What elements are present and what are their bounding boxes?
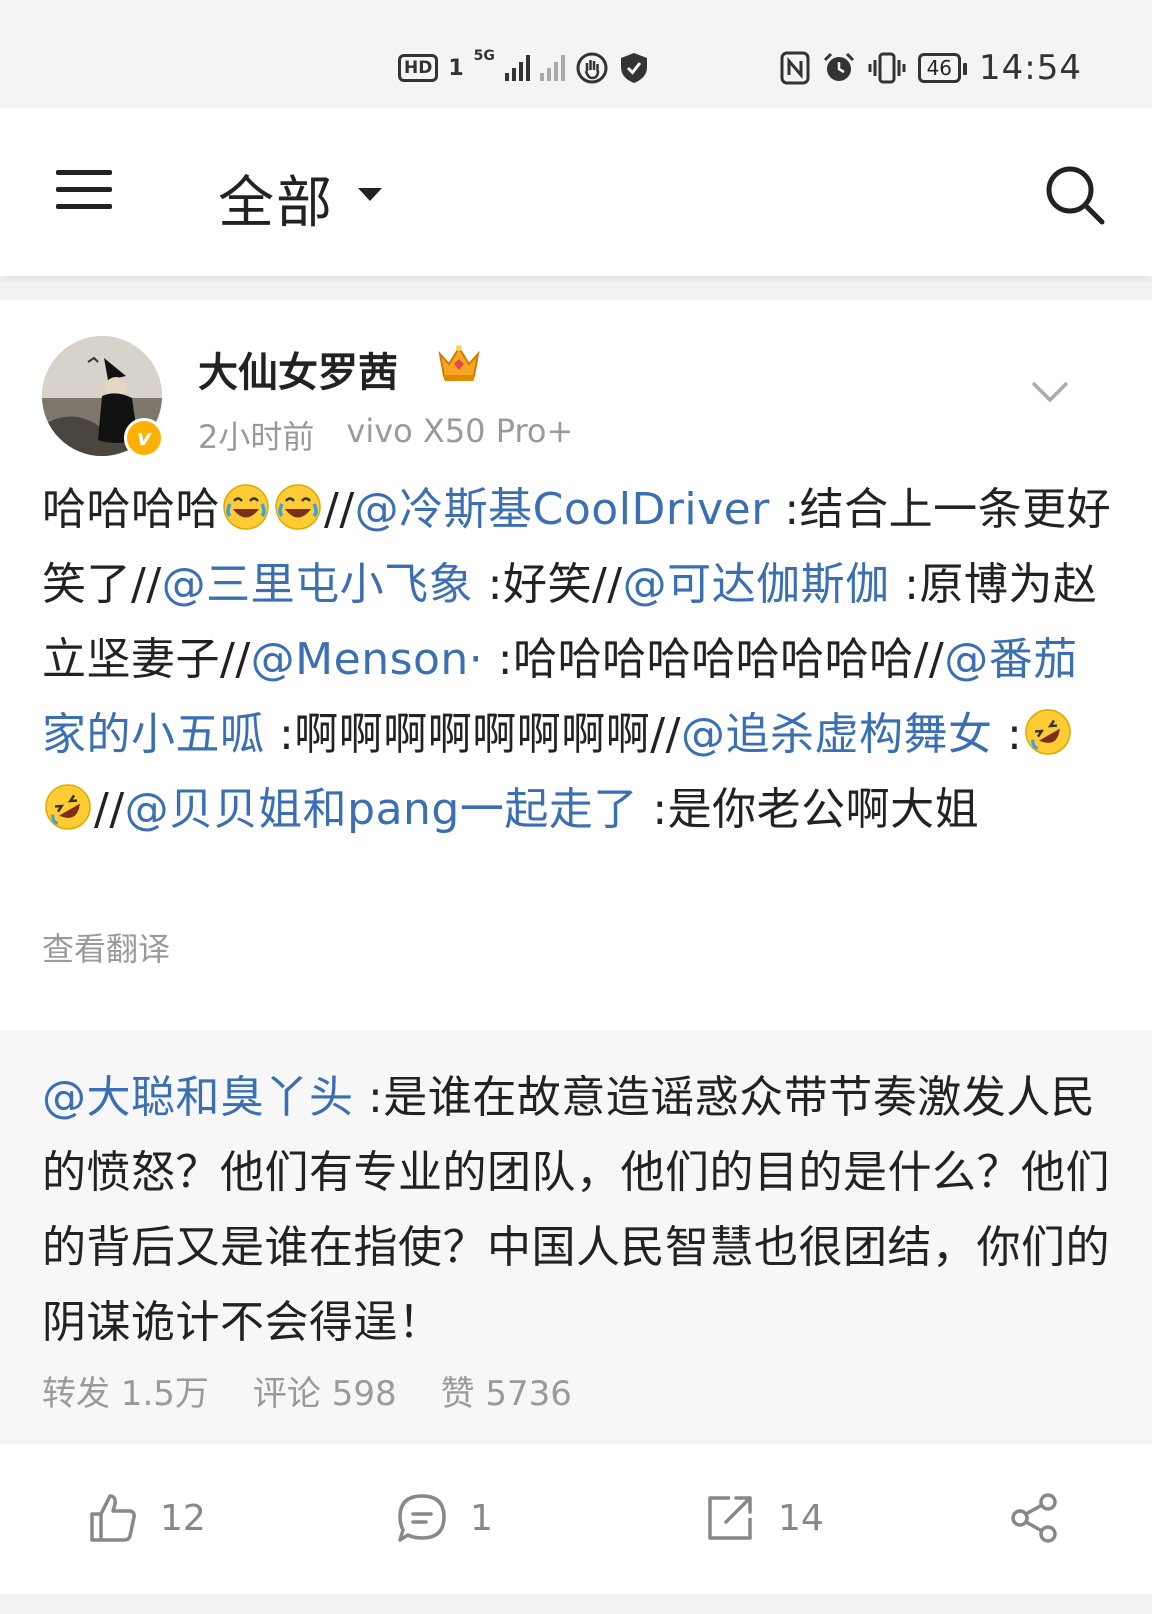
post-text-fragment: // <box>324 484 355 535</box>
caret-down-icon[interactable] <box>358 188 382 201</box>
sim-slot-label: 1 <box>448 55 464 81</box>
original-post-text: @大聪和臭丫头 :是谁在故意造谣惑众带节奏激发人民的愤怒？他们有专业的团队，他们… <box>42 1060 1122 1360</box>
user-mention-link[interactable]: @贝贝姐和pang一起走了 <box>125 784 638 835</box>
view-translation-link[interactable]: 查看翻译 <box>42 924 170 970</box>
network-5g-label: 5G <box>473 48 495 64</box>
like-button[interactable]: 12 <box>88 1488 206 1548</box>
share-out-icon <box>708 1496 752 1540</box>
battery-icon: 46 <box>917 53 968 83</box>
comment-bubble-icon <box>398 1494 446 1542</box>
original-repost-count[interactable]: 转发 1.5万 <box>42 1366 209 1415</box>
comment-button[interactable]: 1 <box>396 1488 493 1548</box>
post-time: 2小时前 <box>198 418 315 456</box>
thumbs-up-icon <box>90 1494 136 1542</box>
rofl-emoji <box>45 784 91 830</box>
menu-icon[interactable] <box>56 170 112 210</box>
nfc-icon <box>780 51 810 85</box>
post-text-fragment: :是你老公啊大姐 <box>637 784 980 835</box>
laugh-cry-emoji <box>275 484 321 530</box>
alarm-icon <box>823 52 854 81</box>
post-text-fragment: : <box>992 709 1023 760</box>
user-mention-link[interactable]: @Menson· <box>251 634 484 685</box>
user-mention-link[interactable]: @三里屯小飞象 <box>162 559 474 610</box>
user-mention-link[interactable]: @追杀虚构舞女 <box>681 709 993 760</box>
post-text-fragment: :哈哈哈哈哈哈哈哈哈// <box>483 634 945 685</box>
chevron-down-icon[interactable] <box>1030 380 1070 404</box>
status-right-icons: 46 14:54 <box>780 48 1082 88</box>
nav-header: 全部 <box>0 108 1152 276</box>
shield-icon <box>620 53 647 83</box>
signal-strength-icon <box>504 55 530 81</box>
comment-count: 1 <box>470 1497 493 1539</box>
post-card[interactable]: v 大仙女罗茜 2小时前 vivo X50 Pro+ 哈哈哈哈//@冷斯基Coo… <box>0 300 1152 1030</box>
original-author-mention[interactable]: @大聪和臭丫头 <box>42 1072 354 1123</box>
crown-icon[interactable] <box>436 342 482 384</box>
hd-call-icon: HD <box>398 54 439 82</box>
post-text-fragment: // <box>94 784 125 835</box>
post-meta: 2小时前 vivo X50 Pro+ <box>198 412 573 458</box>
user-mention-link[interactable]: @可达伽斯伽 <box>623 559 890 610</box>
share-button[interactable] <box>1008 1488 1060 1548</box>
like-count: 12 <box>160 1497 206 1539</box>
hand-block-icon <box>576 52 608 84</box>
post-text-fragment: 哈哈哈哈 <box>42 484 220 535</box>
original-post-card[interactable]: @大聪和臭丫头 :是谁在故意造谣惑众带节奏激发人民的愤怒？他们有专业的团队，他们… <box>0 1030 1152 1440</box>
author-name[interactable]: 大仙女罗茜 <box>198 340 398 398</box>
search-icon[interactable] <box>1044 164 1106 226</box>
original-post-stats: 转发 1.5万 评论 598 赞 5736 <box>42 1366 572 1415</box>
post-device[interactable]: vivo X50 Pro+ <box>346 412 573 458</box>
vibrate-icon <box>868 52 906 84</box>
no-signal-icon <box>539 55 565 81</box>
action-bar: 12 1 14 <box>0 1444 1152 1594</box>
repost-button[interactable]: 14 <box>704 1488 824 1548</box>
user-mention-link[interactable]: @冷斯基CoolDriver <box>355 484 770 535</box>
original-comment-count[interactable]: 评论 598 <box>253 1366 397 1415</box>
repost-count: 14 <box>778 1497 824 1539</box>
original-like-count[interactable]: 赞 5736 <box>441 1366 572 1415</box>
post-text-fragment: :好笑// <box>473 559 623 610</box>
status-bar: HD 1 5G 46 14:54 <box>0 0 1152 108</box>
laugh-cry-emoji <box>223 484 269 530</box>
verified-badge-icon: v <box>124 418 164 458</box>
post-text: 哈哈哈哈//@冷斯基CoolDriver :结合上一条更好笑了//@三里屯小飞象… <box>42 472 1122 847</box>
status-left-icons: HD 1 5G <box>398 48 649 88</box>
post-text-fragment: :啊啊啊啊啊啊啊啊// <box>264 709 681 760</box>
clock-time: 14:54 <box>979 48 1082 88</box>
share-nodes-icon <box>1011 1493 1057 1543</box>
rofl-emoji <box>1025 709 1072 755</box>
feed-filter-title[interactable]: 全部 <box>218 158 334 239</box>
